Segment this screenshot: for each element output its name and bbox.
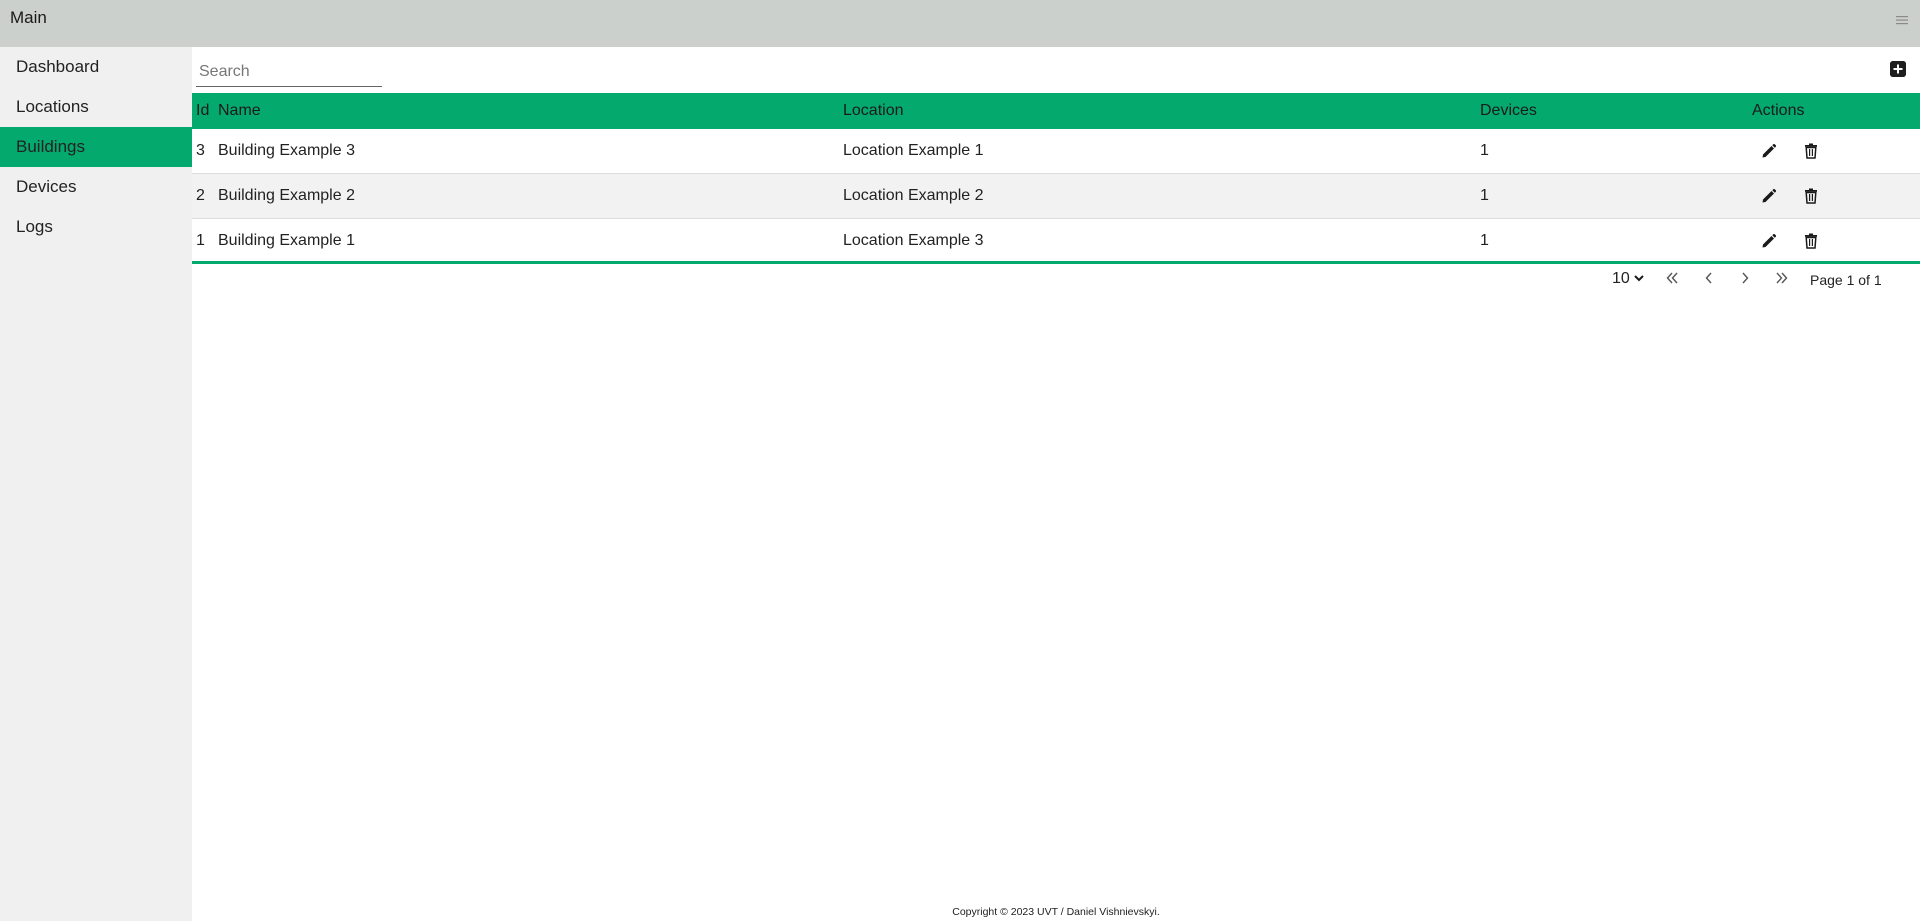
page-size-select[interactable]: 10 xyxy=(1612,270,1644,288)
trash-icon[interactable] xyxy=(1802,187,1820,205)
double-chevron-left-icon xyxy=(1666,272,1678,284)
footer-copyright: Copyright © 2023 UVT / Daniel Vishnievsk… xyxy=(952,906,1160,918)
top-bar: Main xyxy=(0,0,1920,47)
previous-page-button[interactable] xyxy=(1700,269,1720,291)
cell-name: Building Example 1 xyxy=(218,232,355,249)
table-row: 3 Building Example 3 Location Example 1 … xyxy=(192,129,1920,174)
edit-pencil-icon[interactable] xyxy=(1760,187,1778,205)
cell-location: Location Example 3 xyxy=(843,232,984,249)
cell-name: Building Example 3 xyxy=(218,142,355,159)
double-chevron-right-icon xyxy=(1776,272,1788,284)
table-row: 1 Building Example 1 Location Example 3 … xyxy=(192,219,1920,264)
column-header-id[interactable]: Id xyxy=(196,102,209,120)
page-size-value: 10 xyxy=(1612,270,1630,287)
main-content: Id Name Location Devices Actions 3 Build… xyxy=(192,47,1920,921)
sidebar-item-dashboard[interactable]: Dashboard xyxy=(0,47,192,87)
trash-icon[interactable] xyxy=(1802,142,1820,160)
sidebar-item-logs[interactable]: Logs xyxy=(0,207,192,247)
page-info: Page 1 of 1 xyxy=(1810,272,1882,288)
sidebar-item-buildings[interactable]: Buildings xyxy=(0,127,192,167)
hamburger-menu-icon[interactable] xyxy=(1896,14,1908,30)
search-input[interactable] xyxy=(196,57,382,87)
cell-id: 1 xyxy=(196,232,205,249)
chevron-right-icon xyxy=(1742,272,1749,284)
next-page-button[interactable] xyxy=(1736,269,1756,291)
cell-location: Location Example 1 xyxy=(843,142,984,159)
last-page-button[interactable] xyxy=(1772,269,1792,291)
column-header-location[interactable]: Location xyxy=(843,102,904,120)
add-building-button[interactable] xyxy=(1890,61,1906,77)
cell-devices: 1 xyxy=(1480,142,1489,159)
sidebar-item-locations[interactable]: Locations xyxy=(0,87,192,127)
cell-devices: 1 xyxy=(1480,232,1489,249)
column-header-name[interactable]: Name xyxy=(218,102,261,120)
cell-devices: 1 xyxy=(1480,187,1489,204)
table-row: 2 Building Example 2 Location Example 2 … xyxy=(192,174,1920,219)
sidebar: Dashboard Locations Buildings Devices Lo… xyxy=(0,47,192,921)
app-title: Main xyxy=(10,8,47,27)
edit-pencil-icon[interactable] xyxy=(1760,142,1778,160)
cell-location: Location Example 2 xyxy=(843,187,984,204)
trash-icon[interactable] xyxy=(1802,232,1820,250)
buildings-table: Id Name Location Devices Actions 3 Build… xyxy=(192,93,1920,264)
edit-pencil-icon[interactable] xyxy=(1760,232,1778,250)
first-page-button[interactable] xyxy=(1664,269,1684,291)
column-header-actions: Actions xyxy=(1752,102,1805,119)
sidebar-item-devices[interactable]: Devices xyxy=(0,167,192,207)
plus-square-icon xyxy=(1890,61,1906,77)
cell-id: 3 xyxy=(196,142,205,159)
table-header: Id Name Location Devices Actions xyxy=(192,93,1920,129)
chevron-left-icon xyxy=(1705,272,1712,284)
column-header-devices[interactable]: Devices xyxy=(1480,102,1537,120)
cell-name: Building Example 2 xyxy=(218,187,355,204)
cell-id: 2 xyxy=(196,187,205,204)
pagination: 10 Page 1 of 1 xyxy=(192,269,1920,293)
chevron-down-icon xyxy=(1634,275,1644,282)
